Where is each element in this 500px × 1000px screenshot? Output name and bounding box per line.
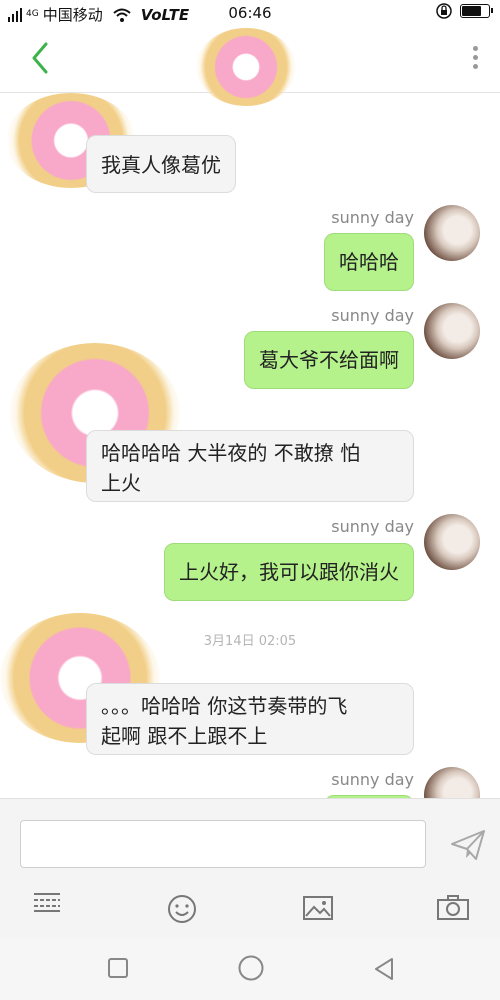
rotation-lock-icon bbox=[436, 3, 452, 19]
square-icon[interactable] bbox=[106, 956, 130, 980]
keyboard-icon[interactable] bbox=[32, 891, 62, 913]
image-icon[interactable] bbox=[302, 895, 334, 921]
message-text-line: 上火 bbox=[101, 471, 141, 495]
avatar[interactable] bbox=[424, 514, 480, 570]
sender-name: sunny day bbox=[331, 770, 414, 789]
triangle-back-icon[interactable] bbox=[372, 956, 396, 982]
circle-icon[interactable] bbox=[237, 954, 265, 982]
message-text: 我真人像葛优 bbox=[101, 153, 221, 177]
chat-area[interactable]: 我真人像葛优 sunny day 哈哈哈 sunny day 葛大爷不给面啊 哈… bbox=[0, 93, 500, 798]
battery-level bbox=[462, 6, 482, 16]
more-vertical-icon[interactable] bbox=[470, 46, 480, 74]
message-input[interactable] bbox=[20, 820, 426, 868]
message-text-line: 哈哈哈哈 大半夜的 不敢撩 怕 bbox=[101, 441, 361, 465]
message-text-line: 起啊 跟不上跟不上 bbox=[101, 724, 268, 748]
outgoing-message-bubble[interactable]: 哈哈哈 bbox=[324, 233, 414, 291]
emoji-icon[interactable] bbox=[167, 894, 197, 924]
avatar[interactable] bbox=[424, 767, 480, 798]
battery-icon bbox=[460, 4, 493, 18]
sender-name: sunny day bbox=[331, 517, 414, 536]
navigation-bar bbox=[0, 938, 500, 1000]
send-icon[interactable] bbox=[450, 829, 486, 861]
status-right bbox=[436, 3, 493, 19]
status-time: 06:46 bbox=[228, 4, 272, 22]
message-text: 哈哈哈 bbox=[339, 250, 399, 274]
outgoing-message-bubble[interactable]: 上火好，我可以跟你消火 bbox=[164, 543, 414, 601]
outgoing-message-bubble[interactable]: 葛大爷不给面啊 bbox=[244, 331, 414, 389]
incoming-message-bubble[interactable]: 我真人像葛优 bbox=[86, 135, 236, 193]
input-bar bbox=[0, 798, 500, 939]
message-text: 上火好，我可以跟你消火 bbox=[179, 560, 399, 584]
camera-icon[interactable] bbox=[436, 895, 470, 921]
chat-header bbox=[0, 26, 500, 106]
avatar[interactable] bbox=[424, 303, 480, 359]
status-bar: 4G 中国移动 VoLTE 06:46 bbox=[0, 0, 500, 26]
incoming-message-bubble[interactable]: 。。。哈哈哈 你这节奏带的飞 起啊 跟不上跟不上 bbox=[86, 683, 414, 755]
message-text-line: 。。。哈哈哈 你这节奏带的飞 bbox=[101, 694, 348, 718]
sender-name: sunny day bbox=[331, 208, 414, 227]
sender-name: sunny day bbox=[331, 306, 414, 325]
incoming-message-bubble[interactable]: 哈哈哈哈 大半夜的 不敢撩 怕 上火 bbox=[86, 430, 414, 502]
message-text: 葛大爷不给面啊 bbox=[259, 348, 399, 372]
message-timestamp: 3月14日 02:05 bbox=[203, 634, 297, 649]
avatar[interactable] bbox=[424, 205, 480, 261]
chevron-left-icon[interactable] bbox=[26, 40, 56, 76]
